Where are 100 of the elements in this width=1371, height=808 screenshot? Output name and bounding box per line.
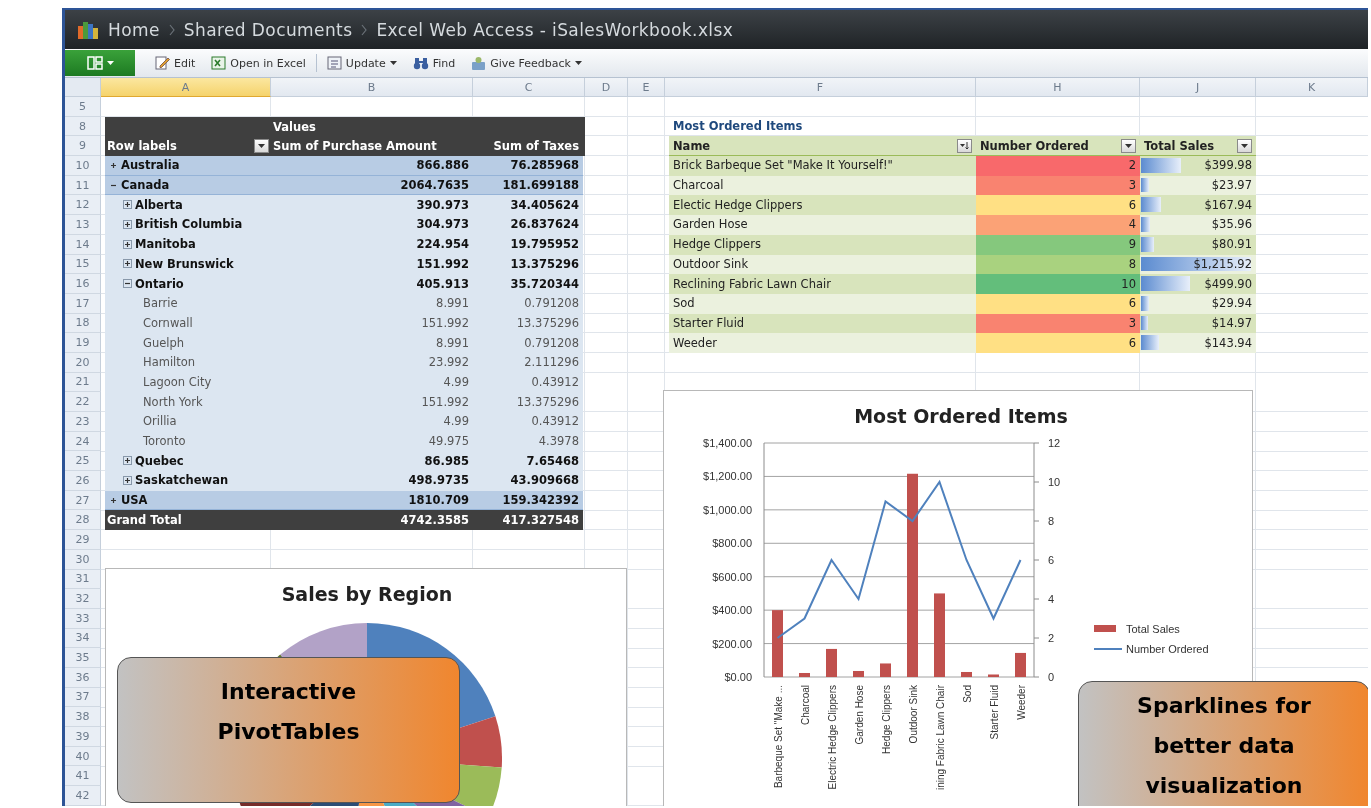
pivot-cell: 0.791208: [473, 333, 583, 353]
filter-button[interactable]: [254, 139, 269, 154]
row-number: 26: [65, 471, 101, 491]
column-header[interactable]: A: [101, 78, 271, 97]
breadcrumb-link[interactable]: Shared Documents: [183, 19, 353, 40]
cell-text: $23.97: [1211, 178, 1252, 193]
table-cell: Weeder: [669, 333, 976, 353]
cell-text: $80.91: [1211, 237, 1252, 252]
table-title: Most Ordered Items: [672, 118, 804, 136]
pivot-cell: 86.985: [271, 451, 473, 472]
axis-label: $200.00: [712, 637, 752, 650]
column-header[interactable]: K: [1256, 78, 1368, 97]
cell-text: $1,215.92: [1193, 256, 1252, 271]
legend-label: Total Sales: [1126, 623, 1180, 635]
pivot-cell: 76.285968: [473, 156, 583, 176]
expand-icon[interactable]: [123, 200, 132, 210]
bar: [1015, 652, 1026, 677]
row-number: 20: [65, 352, 101, 373]
column-header[interactable]: D: [585, 78, 628, 97]
pivot-cell: 159.342392: [473, 490, 583, 511]
row-number: 40: [65, 746, 101, 767]
row-number: 21: [65, 372, 101, 393]
sort-filter-button[interactable]: [957, 138, 972, 153]
table-cell: Sod: [669, 293, 976, 314]
table-cell: Hedge Clippers: [669, 234, 976, 255]
pivot-cell: 7.65468: [473, 451, 583, 472]
row-number: 14: [65, 234, 101, 255]
excel-icon: [211, 56, 227, 70]
category-label: Outdoor Sink: [907, 685, 919, 744]
toolbar-button[interactable]: Find: [406, 51, 462, 75]
pivot-cell: 8.991: [271, 293, 473, 314]
category-label: Weeder: [1015, 685, 1027, 720]
color-scale-cell: 6: [976, 333, 1140, 353]
category-label: Sod: [961, 685, 973, 703]
collapse-icon[interactable]: [123, 279, 132, 289]
pivot-cell: 19.795952: [473, 234, 583, 255]
expand-icon[interactable]: [123, 456, 132, 466]
axis-label: 12: [1048, 437, 1061, 449]
breadcrumb-link[interactable]: Excel Web Access - iSalesWorkbook.xlsx: [376, 19, 734, 40]
expand-icon[interactable]: [123, 475, 132, 485]
table-cell: Reclining Fabric Lawn Chair: [669, 274, 976, 294]
category-label: Barbeque Set "Make ...: [772, 685, 784, 789]
app-menu-button[interactable]: [65, 50, 135, 76]
color-scale-cell: 10: [976, 274, 1140, 294]
bar: [799, 673, 810, 677]
bar: [880, 663, 891, 677]
row-number: 37: [65, 687, 101, 708]
row-number: 30: [65, 549, 101, 570]
row-number: 17: [65, 293, 101, 314]
breadcrumb-link[interactable]: Home: [108, 19, 160, 40]
pivot-cell: 0.791208: [473, 293, 583, 314]
axis-label: 10: [1048, 476, 1061, 488]
expand-icon[interactable]: [123, 220, 132, 229]
pivot-cell: 4.99: [271, 412, 473, 432]
column-header[interactable]: C: [473, 78, 585, 97]
expand-icon[interactable]: [109, 495, 118, 505]
column-header[interactable]: H: [976, 78, 1140, 97]
row-number: 16: [65, 274, 101, 294]
row-number: 34: [65, 628, 101, 649]
edit-icon: [155, 56, 170, 70]
table-cell: Brick Barbeque Set "Make It Yourself!": [669, 156, 976, 176]
filter-button[interactable]: [1121, 138, 1136, 153]
bar: [853, 671, 864, 677]
pivot-cell: 43.909668: [473, 471, 583, 491]
toolbar-button[interactable]: Open in Excel: [205, 51, 312, 75]
row-label-text: Alberta: [135, 197, 183, 212]
column-heading: Row labels: [107, 139, 177, 154]
toolbar-button[interactable]: Give Feedback: [465, 51, 588, 75]
pivot-cell: 181.699188: [473, 175, 583, 196]
filter-button[interactable]: [1237, 138, 1252, 153]
pivot-cell: 13.375296: [473, 313, 583, 334]
breadcrumb-separator-icon: [168, 23, 175, 36]
bar: [772, 610, 783, 677]
expand-icon[interactable]: [123, 259, 132, 269]
column-header[interactable]: J: [1140, 78, 1256, 97]
pivot-cell: 2.111296: [473, 352, 583, 373]
expand-icon[interactable]: [109, 160, 118, 170]
column-header[interactable]: B: [271, 78, 473, 97]
row-label-text: Hamilton: [143, 355, 196, 370]
pivot-cell: 1810.709: [271, 490, 473, 511]
header-text: Number Ordered: [980, 138, 1089, 153]
cell-text: $143.94: [1204, 335, 1252, 350]
column-header[interactable]: E: [628, 78, 665, 97]
pivot-cell: 2064.7635: [271, 175, 473, 196]
color-scale-cell: 6: [976, 195, 1140, 216]
expand-icon[interactable]: [123, 239, 132, 249]
axis-label: $0.00: [724, 671, 752, 683]
feedback-icon: [471, 55, 487, 71]
axis-label: $1,200.00: [703, 470, 752, 483]
caret-icon: [258, 144, 265, 149]
row-label-text: Canada: [121, 178, 170, 193]
row-number: 11: [65, 175, 101, 196]
row-label-text: Lagoon City: [143, 375, 212, 389]
toolbar-button[interactable]: Edit: [149, 51, 202, 75]
color-scale-cell: 3: [976, 313, 1140, 334]
axis-label: 4: [1048, 593, 1055, 605]
column-header[interactable]: F: [665, 78, 976, 97]
pivot-cell: 498.9735: [271, 471, 473, 491]
toolbar-button[interactable]: Update: [320, 51, 403, 75]
pivot-cell: 151.992: [271, 254, 473, 275]
